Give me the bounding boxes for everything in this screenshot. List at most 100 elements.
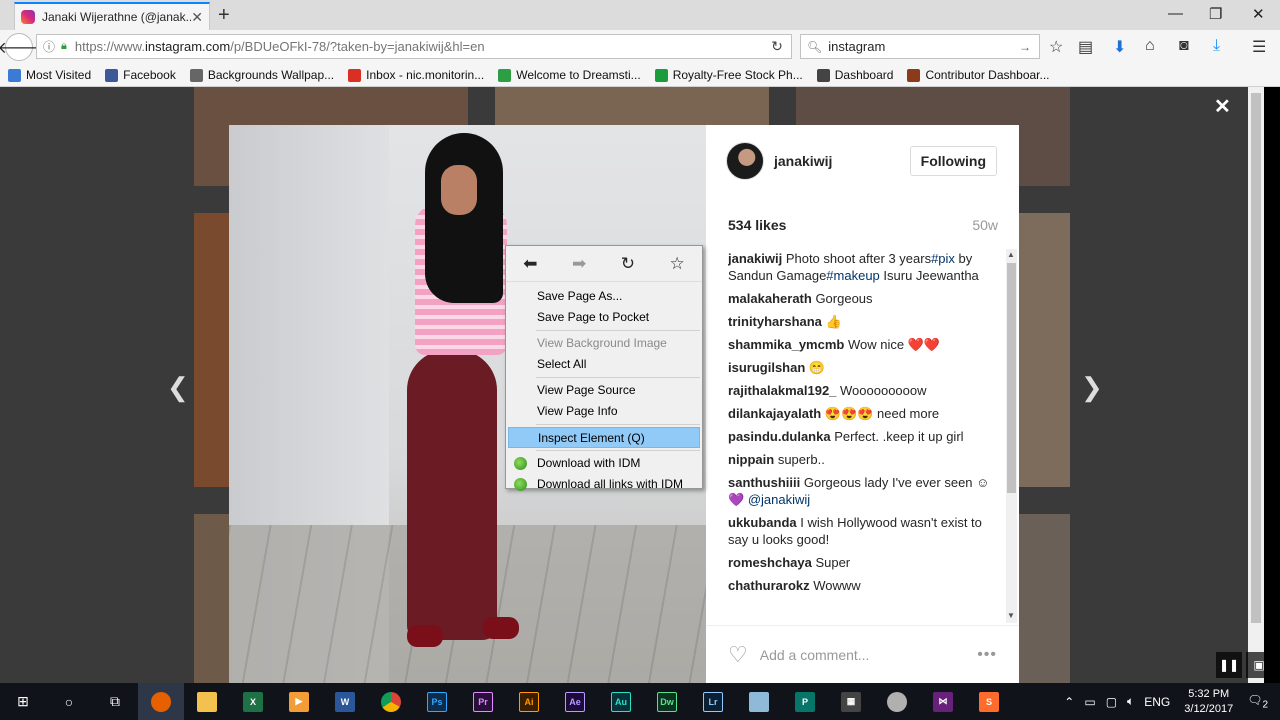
comment-username[interactable]: malakaherath xyxy=(728,291,812,306)
bookmark-star-icon[interactable]: ☆ xyxy=(1049,37,1063,57)
bookmark-item[interactable]: Most Visited xyxy=(8,68,91,82)
reading-list-icon[interactable]: ▤ xyxy=(1078,37,1093,57)
picture-in-picture-icon[interactable]: ▣ xyxy=(1246,652,1272,678)
taskbar-app-ae-icon[interactable]: Ae xyxy=(552,683,598,720)
pause-icon[interactable]: ❚❚ xyxy=(1216,652,1242,678)
glass-app-icon[interactable] xyxy=(736,683,782,720)
file-explorer-icon[interactable] xyxy=(184,683,230,720)
comment-username[interactable]: ukkubanda xyxy=(728,515,797,530)
post-age[interactable]: 50w xyxy=(972,217,998,233)
network-icon[interactable]: ▭ xyxy=(1084,695,1095,709)
comment-username[interactable]: rajithalakmal192_ xyxy=(728,383,836,398)
avatar[interactable] xyxy=(726,142,764,180)
close-tab-icon[interactable]: ✕ xyxy=(191,9,203,26)
taskbar-app-au-icon[interactable]: Au xyxy=(598,683,644,720)
comment-username[interactable]: santhushiiii xyxy=(728,475,800,490)
pocket-icon[interactable]: ◙ xyxy=(1179,37,1189,55)
visual-studio-icon[interactable]: ⋈ xyxy=(920,683,966,720)
chrome-icon[interactable] xyxy=(368,683,414,720)
bookmark-item[interactable]: Contributor Dashboar... xyxy=(907,68,1050,82)
show-hidden-icons[interactable]: ⌃ xyxy=(1064,695,1074,709)
forward-arrow-icon[interactable]: ➡ xyxy=(572,254,586,274)
hashtag-link[interactable]: #makeup xyxy=(826,268,879,283)
menu-item-view-page-info[interactable]: View Page Info xyxy=(506,401,702,422)
comment-username[interactable]: isurugilshan xyxy=(728,360,805,375)
hashtag-link[interactable]: #pix xyxy=(931,251,955,266)
comment-username[interactable]: shammika_ymcmb xyxy=(728,337,844,352)
menu-item-save-page-as[interactable]: Save Page As... xyxy=(506,286,702,307)
bookmark-item[interactable]: Inbox - nic.monitorin... xyxy=(348,68,484,82)
info-icon[interactable]: ⓘ xyxy=(43,38,55,55)
new-tab-button[interactable]: + xyxy=(218,4,230,27)
sublime-icon[interactable]: S xyxy=(966,683,1012,720)
bookmark-item[interactable]: Royalty-Free Stock Ph... xyxy=(654,68,803,82)
comment-username[interactable]: nippain xyxy=(728,452,774,467)
menu-item-inspect-element[interactable]: Inspect Element (Q) xyxy=(508,427,700,448)
comment-username[interactable]: janakiwij xyxy=(728,251,782,266)
comment-username[interactable]: chathurarokz xyxy=(728,578,810,593)
add-comment-input[interactable]: Add a comment... xyxy=(760,647,977,663)
task-view-icon[interactable]: ⧉ xyxy=(92,683,138,720)
back-button[interactable]: 🡐 xyxy=(0,33,40,61)
go-arrow-icon[interactable]: → xyxy=(1019,40,1039,54)
menu-item-view-page-source[interactable]: View Page Source xyxy=(506,380,702,401)
search-circle-icon[interactable]: ○ xyxy=(46,683,92,720)
media-player-icon[interactable]: ▶ xyxy=(276,683,322,720)
comment-username[interactable]: pasindu.dulanka xyxy=(728,429,831,444)
comments-scrollbar[interactable]: ▲ ▼ xyxy=(1006,249,1017,623)
scroll-down-icon[interactable]: ▼ xyxy=(1007,611,1015,620)
close-modal-icon[interactable]: ✕ xyxy=(1214,94,1231,119)
display-icon[interactable]: ▢ xyxy=(1106,695,1117,709)
mention-link[interactable]: @janakiwij xyxy=(748,492,810,507)
excel-icon[interactable]: X xyxy=(230,683,276,720)
clock[interactable]: 5:32 PM 3/12/2017 xyxy=(1184,687,1233,717)
search-bar[interactable]: 🔍︎ instagram → xyxy=(800,34,1040,59)
menu-item-download-with-idm[interactable]: Download with IDM xyxy=(506,453,702,474)
comment-username[interactable]: trinityharshana xyxy=(728,314,822,329)
menu-item-save-to-pocket[interactable]: Save Page to Pocket xyxy=(506,307,702,328)
menu-icon[interactable]: ☰ xyxy=(1252,37,1266,57)
bookmark-item[interactable]: Backgrounds Wallpap... xyxy=(189,68,334,82)
comments-scrollbar-thumb[interactable] xyxy=(1007,263,1016,493)
language-indicator[interactable]: ENG xyxy=(1144,695,1170,709)
volume-icon[interactable]: 🔈︎ xyxy=(1127,694,1134,709)
start-button[interactable]: ⊞ xyxy=(0,683,46,720)
taskbar-app-pr-icon[interactable]: Pr xyxy=(460,683,506,720)
search-input[interactable]: instagram xyxy=(828,39,1019,54)
bookmark-item[interactable]: Welcome to Dreamsti... xyxy=(498,68,641,82)
bookmark-item[interactable]: Facebook xyxy=(105,68,176,82)
downloads-icon[interactable]: ⤓ xyxy=(1213,37,1220,55)
next-post-icon[interactable]: ❯ xyxy=(1081,372,1103,403)
restore-button[interactable]: ❐ xyxy=(1209,5,1222,23)
idm-download-icon[interactable]: ⬇ xyxy=(1113,37,1126,57)
post-username[interactable]: janakiwij xyxy=(774,153,832,169)
browser-tab[interactable]: Janaki Wijerathne (@janak... ✕ xyxy=(14,2,210,30)
menu-item-select-all[interactable]: Select All xyxy=(506,354,702,375)
taskbar-app-ps-icon[interactable]: Ps xyxy=(414,683,460,720)
app-icon[interactable] xyxy=(874,683,920,720)
taskbar-app-ai-icon[interactable]: Ai xyxy=(506,683,552,720)
bookmark-item[interactable]: Dashboard xyxy=(816,68,893,82)
publisher-icon[interactable]: P xyxy=(782,683,828,720)
like-heart-icon[interactable]: ♡ xyxy=(728,642,748,668)
back-arrow-icon[interactable]: ⬅ xyxy=(523,254,537,274)
taskbar-app-lr-icon[interactable]: Lr xyxy=(690,683,736,720)
home-icon[interactable]: ⌂ xyxy=(1145,37,1155,55)
reload-icon[interactable]: ↻ xyxy=(763,38,791,55)
taskbar-app-dw-icon[interactable]: Dw xyxy=(644,683,690,720)
likes-count[interactable]: 534 likes xyxy=(728,217,786,233)
more-options-icon[interactable]: ••• xyxy=(977,646,997,664)
firefox-taskbar-icon[interactable] xyxy=(138,683,184,720)
notifications-icon[interactable]: 🗨︎2 xyxy=(1247,693,1268,710)
url-bar[interactable]: ⓘ 🔒︎ https://www.instagram.com/p/BDUeOFk… xyxy=(36,34,792,59)
calculator-icon[interactable]: ▦ xyxy=(828,683,874,720)
bookmark-star-icon[interactable]: ☆ xyxy=(670,254,685,274)
close-window-button[interactable]: ✕ xyxy=(1252,5,1265,23)
scroll-up-icon[interactable]: ▲ xyxy=(1007,250,1015,259)
page-scrollbar-thumb[interactable] xyxy=(1251,93,1261,623)
previous-post-icon[interactable]: ❮ xyxy=(167,372,189,403)
following-button[interactable]: Following xyxy=(909,146,997,176)
word-icon[interactable]: W xyxy=(322,683,368,720)
comment-username[interactable]: dilankajayalath xyxy=(728,406,821,421)
menu-item-download-all-links-idm[interactable]: Download all links with IDM xyxy=(506,474,702,495)
